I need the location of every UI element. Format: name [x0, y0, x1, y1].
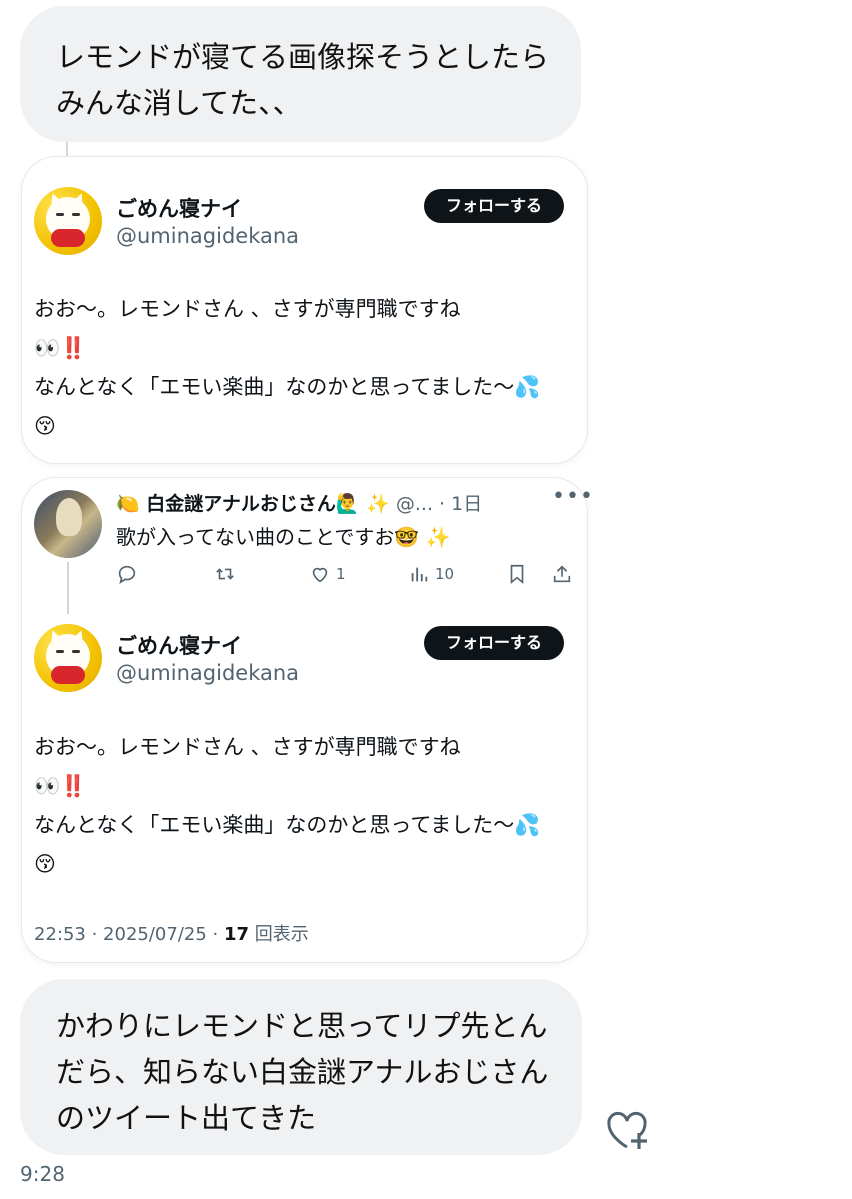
- reply-action[interactable]: [116, 560, 138, 588]
- view-count: 10: [435, 565, 455, 583]
- message-text-top: レモンドが寝てる画像探そうとしたらみんな消してた、、: [56, 40, 550, 120]
- share-action[interactable]: [551, 560, 573, 588]
- retweet-action[interactable]: [214, 560, 236, 588]
- tweet-text: おお〜。レモンドさん 、さすが専門職ですね 👀‼️ なんとなく「エモい楽曲」なの…: [34, 297, 541, 438]
- follow-button[interactable]: フォローする: [424, 189, 564, 223]
- heart-plus-icon[interactable]: [603, 1107, 651, 1153]
- tweet-view-label: 回表示: [249, 924, 309, 945]
- more-dots-icon[interactable]: •••: [552, 484, 594, 509]
- reply-header: 🍋 白金謎アナルおじさん🙋‍♂️ ✨ @... · 1日: [116, 489, 482, 516]
- message-text-bottom: かわりにレモンドと思ってリプ先とんだら、知らない白金謎アナルおじさんのツイート出…: [56, 1009, 549, 1135]
- avatar[interactable]: [34, 490, 102, 558]
- thread-card[interactable]: 🍋 白金謎アナルおじさん🙋‍♂️ ✨ @... · 1日 ••• 歌が入ってない…: [22, 478, 593, 962]
- retweet-icon: [216, 568, 234, 580]
- avatar[interactable]: [34, 187, 102, 255]
- reply-icon: [118, 565, 136, 585]
- bar-chart-icon: [411, 567, 428, 582]
- tweet-timestamp[interactable]: 22:53 · 2025/07/25 ·: [34, 924, 224, 945]
- tweet-text: おお〜。レモンドさん 、さすが専門職ですね 👀‼️ なんとなく「エモい楽曲」なの…: [34, 735, 541, 876]
- message-bubble-top[interactable]: レモンドが寝てる画像探そうとしたらみんな消してた、、: [20, 6, 581, 142]
- bookmark-action[interactable]: [506, 560, 528, 588]
- reply-handle-time[interactable]: @... · 1日: [396, 493, 482, 515]
- message-timestamp: 9:28: [20, 1162, 65, 1186]
- reply-author-name[interactable]: 🍋 白金謎アナルおじさん🙋‍♂️ ✨: [116, 493, 390, 515]
- thread-line: [66, 142, 68, 157]
- quoted-tweet-card[interactable]: ごめん寝ナイ @uminagidekana フォローする おお〜。レモンドさん …: [22, 157, 587, 463]
- author-name[interactable]: ごめん寝ナイ: [116, 193, 242, 223]
- follow-button[interactable]: フォローする: [424, 626, 564, 660]
- share-icon: [553, 565, 571, 583]
- views-action[interactable]: 10: [408, 560, 454, 588]
- author-name[interactable]: ごめん寝ナイ: [116, 630, 242, 660]
- bookmark-icon: [510, 564, 524, 585]
- reply-text: 歌が入ってない曲のことですお🤓 ✨: [116, 525, 451, 549]
- thread-line: [67, 562, 69, 614]
- heart-icon: [312, 567, 328, 583]
- author-handle[interactable]: @uminagidekana: [116, 224, 299, 248]
- tweet-meta: 22:53 · 2025/07/25 · 17 回表示: [34, 920, 309, 946]
- like-action[interactable]: 1: [309, 560, 346, 588]
- message-bubble-bottom[interactable]: かわりにレモンドと思ってリプ先とんだら、知らない白金謎アナルおじさんのツイート出…: [20, 979, 582, 1155]
- like-count: 1: [336, 565, 346, 583]
- tweet-view-count: 17: [223, 924, 250, 945]
- author-handle[interactable]: @uminagidekana: [116, 661, 299, 685]
- avatar[interactable]: [34, 624, 102, 692]
